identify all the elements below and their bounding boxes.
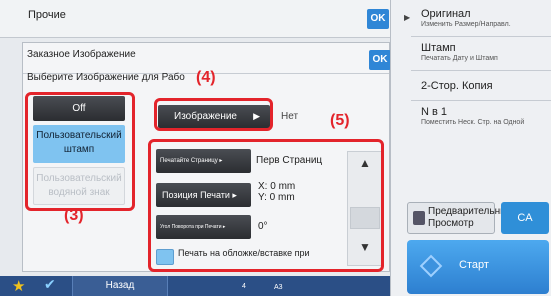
modal-title: Заказное Изображение [27, 49, 136, 60]
right-panel: ▶ Оригинал Изменить Размер/Направл. Штам… [390, 0, 551, 296]
preview-button[interactable]: Предварительный Просмотр [407, 202, 513, 234]
check-icon[interactable]: ✔ [44, 276, 56, 293]
rp-item-duplex[interactable]: 2-Стор. Копия [421, 80, 549, 92]
base-title: Прочие [28, 9, 66, 21]
rp-item-title: Штамп [421, 42, 456, 54]
bottom-bar: ★ ✔ Назад 4 A3 [0, 276, 390, 296]
start-label: Старт [459, 259, 489, 271]
clear-all-button[interactable]: CA [501, 202, 549, 234]
preview-icon [413, 211, 425, 225]
rp-item-original[interactable]: Оригинал Изменить Размер/Направл. [421, 8, 549, 28]
ok-button-base[interactable]: OK [367, 9, 389, 29]
rp-item-n-in-1[interactable]: N в 1 Поместить Неск. Стр. на Одной [421, 106, 549, 126]
rp-divider [411, 70, 551, 71]
callout-label-3: (3) [64, 207, 84, 224]
rp-item-title: N в 1 [421, 106, 448, 118]
collapse-arrow-icon[interactable]: ▶ [404, 13, 410, 22]
rp-divider [411, 36, 551, 37]
star-icon[interactable]: ★ [12, 277, 25, 295]
start-button[interactable]: Старт [407, 240, 549, 294]
callout-box-3 [25, 92, 135, 211]
paper-size: A3 [274, 284, 283, 291]
paper-count: 4 [242, 283, 246, 290]
back-button[interactable]: Назад [72, 276, 168, 296]
modal-subtitle: Выберите Изображение для Рабо [27, 72, 185, 83]
rp-divider [411, 100, 551, 101]
rp-item-sub: Поместить Неск. Стр. на Одной [421, 119, 525, 126]
image-value: Нет [281, 111, 299, 122]
callout-box-4 [154, 98, 273, 131]
start-icon [419, 254, 443, 278]
callout-box-5 [148, 139, 384, 272]
ok-button-modal[interactable]: OK [369, 50, 391, 70]
rp-item-stamp[interactable]: Штамп Печатать Дату и Штамп [421, 42, 549, 62]
callout-label-5: (5) [330, 112, 350, 129]
base-header: Прочие OK [0, 0, 390, 38]
rp-item-sub: Печатать Дату и Штамп [421, 55, 498, 62]
rp-item-title: Оригинал [421, 8, 471, 20]
rp-item-sub: Изменить Размер/Направл. [421, 21, 511, 28]
rp-item-title: 2-Стор. Копия [421, 80, 493, 92]
callout-label-4: (4) [196, 69, 216, 86]
